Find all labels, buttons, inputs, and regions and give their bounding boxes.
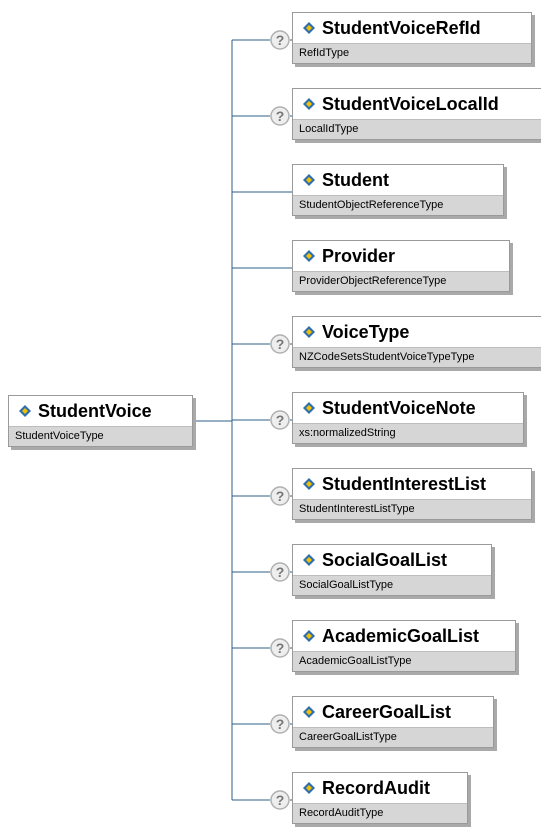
svg-text:?: ?	[276, 792, 285, 808]
element-type: xs:normalizedString	[293, 423, 523, 443]
optional-question-icon[interactable]: ?	[270, 486, 290, 506]
element-box-academic-goal-list[interactable]: AcademicGoalList AcademicGoalListType	[292, 620, 516, 672]
svg-text:?: ?	[276, 640, 285, 656]
element-type: StudentObjectReferenceType	[293, 195, 503, 215]
element-icon	[303, 174, 315, 186]
root-element-type: StudentVoiceType	[9, 426, 192, 446]
element-box-provider[interactable]: Provider ProviderObjectReferenceType	[292, 240, 510, 292]
element-icon	[303, 402, 315, 414]
element-name: SocialGoalList	[322, 550, 448, 570]
element-name: AcademicGoalList	[322, 626, 480, 646]
element-name: StudentInterestList	[322, 474, 487, 494]
root-element-name: StudentVoice	[38, 401, 152, 421]
element-box-record-audit[interactable]: RecordAudit RecordAuditType	[292, 772, 468, 824]
element-icon	[303, 478, 315, 490]
element-title: CareerGoalList	[293, 697, 493, 727]
element-title: Student	[293, 165, 503, 195]
svg-text:?: ?	[276, 412, 285, 428]
optional-question-icon[interactable]: ?	[270, 714, 290, 734]
element-type: StudentInterestListType	[293, 499, 531, 519]
element-title: RecordAudit	[293, 773, 467, 803]
element-name: StudentVoiceNote	[322, 398, 476, 418]
svg-text:?: ?	[276, 32, 285, 48]
optional-question-icon[interactable]: ?	[270, 790, 290, 810]
element-box-social-goal-list[interactable]: SocialGoalList SocialGoalListType	[292, 544, 492, 596]
element-title: StudentVoiceRefId	[293, 13, 531, 43]
element-icon	[303, 326, 315, 338]
element-icon	[303, 630, 315, 642]
optional-question-icon[interactable]: ?	[270, 638, 290, 658]
element-title: StudentInterestList	[293, 469, 531, 499]
root-element-box[interactable]: StudentVoice StudentVoiceType	[8, 395, 193, 447]
element-box-student-voice-local-id[interactable]: StudentVoiceLocalId LocalIdType	[292, 88, 541, 140]
element-name: RecordAudit	[322, 778, 430, 798]
svg-text:?: ?	[276, 336, 285, 352]
schema-diagram: StudentVoice StudentVoiceType StudentVoi…	[0, 0, 541, 829]
element-icon	[303, 554, 315, 566]
element-box-student-voice-ref-id[interactable]: StudentVoiceRefId RefIdType	[292, 12, 532, 64]
element-name: Provider	[322, 246, 396, 266]
element-type: NZCodeSetsStudentVoiceTypeType	[293, 347, 541, 367]
element-name: StudentVoiceLocalId	[322, 94, 499, 114]
element-box-student-voice-note[interactable]: StudentVoiceNote xs:normalizedString	[292, 392, 524, 444]
element-icon	[303, 22, 315, 34]
element-type: RefIdType	[293, 43, 531, 63]
element-type: ProviderObjectReferenceType	[293, 271, 509, 291]
element-name: VoiceType	[322, 322, 410, 342]
element-icon	[303, 250, 315, 262]
svg-text:?: ?	[276, 108, 285, 124]
element-name: CareerGoalList	[322, 702, 452, 722]
element-title: AcademicGoalList	[293, 621, 515, 651]
element-title: StudentVoiceLocalId	[293, 89, 541, 119]
root-element-title: StudentVoice	[9, 396, 192, 426]
element-type: SocialGoalListType	[293, 575, 491, 595]
element-name: StudentVoiceRefId	[322, 18, 481, 38]
element-title: StudentVoiceNote	[293, 393, 523, 423]
element-icon	[303, 706, 315, 718]
optional-question-icon[interactable]: ?	[270, 562, 290, 582]
element-type: LocalIdType	[293, 119, 541, 139]
optional-question-icon[interactable]: ?	[270, 334, 290, 354]
element-box-student-interest-list[interactable]: StudentInterestList StudentInterestListTy…	[292, 468, 532, 520]
svg-text:?: ?	[276, 564, 285, 580]
optional-question-icon[interactable]: ?	[270, 410, 290, 430]
element-name: Student	[322, 170, 389, 190]
optional-question-icon[interactable]: ?	[270, 30, 290, 50]
optional-question-icon[interactable]: ?	[270, 106, 290, 126]
element-type: CareerGoalListType	[293, 727, 493, 747]
svg-text:?: ?	[276, 488, 285, 504]
element-title: Provider	[293, 241, 509, 271]
element-icon	[303, 782, 315, 794]
element-title: VoiceType	[293, 317, 541, 347]
element-icon	[19, 405, 31, 417]
svg-text:?: ?	[276, 716, 285, 732]
element-box-voice-type[interactable]: VoiceType NZCodeSetsStudentVoiceTypeType	[292, 316, 541, 368]
element-title: SocialGoalList	[293, 545, 491, 575]
element-type: AcademicGoalListType	[293, 651, 515, 671]
element-box-student[interactable]: Student StudentObjectReferenceType	[292, 164, 504, 216]
element-box-career-goal-list[interactable]: CareerGoalList CareerGoalListType	[292, 696, 494, 748]
element-icon	[303, 98, 315, 110]
element-type: RecordAuditType	[293, 803, 467, 823]
